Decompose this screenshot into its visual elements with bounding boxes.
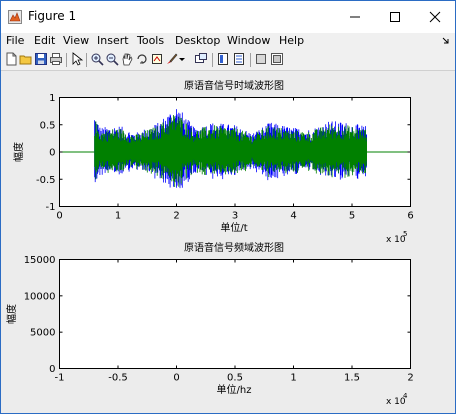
top-y-tick-label: 1 (49, 93, 55, 104)
insert-colorbar-icon[interactable] (216, 52, 230, 66)
pan-icon[interactable] (120, 52, 134, 66)
top-x-tick-label: 4 (290, 211, 296, 222)
title-bar[interactable]: Figure 1 (1, 1, 455, 33)
new-figure-icon[interactable] (4, 52, 18, 66)
bottom-y-tick-label: 5000 (30, 328, 55, 339)
menu-edit[interactable]: Edit (34, 34, 55, 47)
save-icon[interactable] (34, 52, 48, 66)
insert-legend-icon[interactable] (232, 52, 246, 66)
bottom-x-exponent-power: 4 (403, 392, 408, 400)
dock-arrow-icon[interactable] (441, 36, 451, 46)
bottom-x-tick-label: 0 (173, 373, 179, 384)
edit-plot-icon[interactable] (70, 52, 84, 66)
menu-desktop[interactable]: Desktop (175, 34, 220, 47)
menu-view[interactable]: View (63, 34, 89, 47)
close-icon (429, 11, 441, 23)
data-cursor-icon[interactable] (150, 52, 164, 66)
top-x-tick-label: 5 (349, 211, 355, 222)
top-x-tick-label: 3 (232, 211, 238, 222)
top-x-tick-label: 6 (407, 211, 413, 222)
figure-canvas: 原语音信号时域波形图 0 1 2 3 4 5 6 -1 -0.5 0 0.5 1 幅度 单位/t x … (1, 71, 455, 413)
figure-window: Figure 1 File Edit View Insert Tools Des… (0, 0, 456, 414)
top-x-tick-label: 2 (173, 211, 179, 222)
open-file-icon[interactable] (19, 52, 33, 66)
bottom-x-tick-label: 2 (407, 373, 413, 384)
maximize-icon (390, 12, 400, 22)
minimize-icon (350, 16, 360, 18)
toolbar-separator (250, 53, 251, 67)
figure-toolbar (1, 50, 455, 71)
rotate-3d-icon[interactable] (135, 52, 149, 66)
window-title: Figure 1 (28, 9, 77, 23)
top-chart-title: 原语音信号时域波形图 (184, 79, 284, 92)
top-x-exponent-power: 5 (403, 230, 407, 238)
top-x-tick-label: 0 (56, 211, 62, 222)
brush-icon[interactable] (165, 52, 179, 66)
bottom-y-tick-label: 0 (49, 364, 55, 375)
hide-plot-tools-icon[interactable] (254, 52, 268, 66)
menu-file[interactable]: File (6, 34, 24, 47)
top-y-tick-label: -0.5 (36, 175, 56, 186)
toolbar-separator (212, 53, 213, 67)
menu-insert[interactable]: Insert (97, 34, 129, 47)
bottom-chart-title: 原语音信号频域波形图 (184, 241, 284, 254)
top-y-tick-label: 0 (49, 148, 55, 159)
brush-dropdown-icon[interactable] (178, 52, 186, 66)
show-plot-tools-icon[interactable] (270, 52, 284, 66)
zoom-out-icon[interactable] (105, 52, 119, 66)
bottom-ylabel: 幅度 (5, 304, 18, 324)
print-icon[interactable] (49, 52, 63, 66)
top-y-tick-label: -1 (46, 202, 56, 213)
zoom-in-icon[interactable] (90, 52, 104, 66)
menu-bar: File Edit View Insert Tools Desktop Wind… (1, 33, 455, 50)
bottom-x-tick-label: 1 (290, 373, 296, 384)
bottom-x-tick-label: 0.5 (227, 373, 243, 384)
bottom-xlabel: 单位/hz (217, 383, 252, 396)
menu-tools[interactable]: Tools (137, 34, 164, 47)
menu-help[interactable]: Help (279, 34, 304, 47)
menu-window[interactable]: Window (227, 34, 270, 47)
bottom-y-tick-label: 15000 (24, 255, 56, 266)
top-x-tick-label: 1 (115, 211, 121, 222)
bottom-y-tick-label: 10000 (24, 291, 56, 302)
toolbar-separator (86, 53, 87, 67)
top-ylabel: 幅度 (12, 142, 25, 162)
close-button[interactable] (415, 1, 455, 33)
toolbar-separator (66, 53, 67, 67)
top-y-tick-label: 0.5 (40, 120, 56, 131)
bottom-x-tick-label: 1.5 (344, 373, 360, 384)
minimize-button[interactable] (335, 1, 375, 33)
bottom-x-tick-label: -1 (55, 373, 65, 384)
top-xlabel: 单位/t (220, 221, 247, 234)
bottom-x-tick-label: -0.5 (108, 373, 128, 384)
plots-svg: 原语音信号时域波形图 0 1 2 3 4 5 6-1-0.500.51 幅度 单位/t x … (5, 79, 414, 407)
matlab-figure-icon (8, 10, 22, 24)
maximize-button[interactable] (375, 1, 415, 33)
link-plot-icon[interactable] (194, 52, 208, 66)
bottom-axes-box[interactable] (59, 259, 411, 369)
